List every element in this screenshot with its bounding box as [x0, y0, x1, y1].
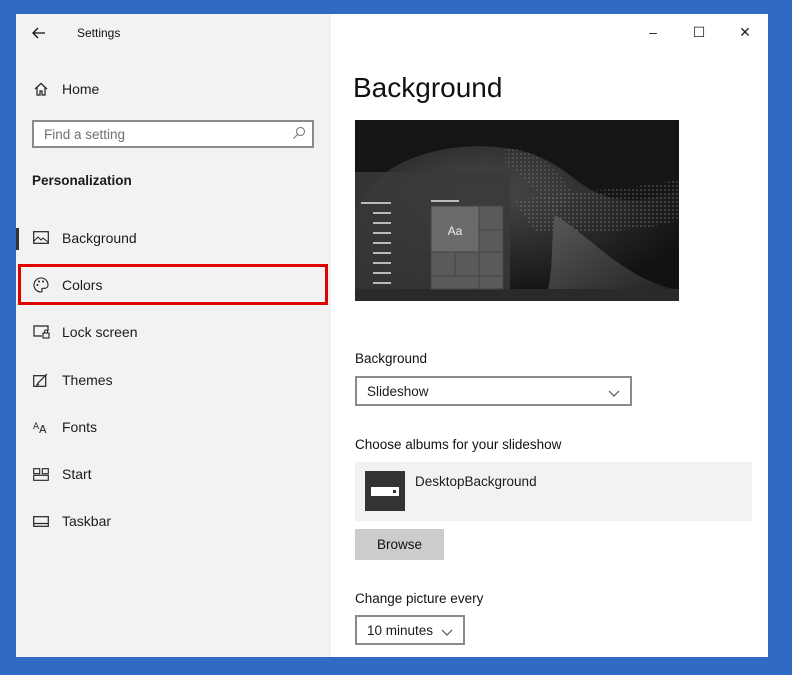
sidebar-item-lock-screen[interactable]: Lock screen: [16, 309, 331, 356]
background-dropdown-value: Slideshow: [367, 383, 429, 399]
chevron-down-icon: [608, 386, 620, 401]
home-label: Home: [62, 81, 100, 97]
app-title: Settings: [77, 26, 121, 40]
sidebar-item-colors[interactable]: Colors: [16, 261, 331, 308]
chevron-down-icon: [441, 625, 453, 640]
background-label: Background: [355, 351, 428, 366]
home-link[interactable]: Home: [32, 77, 99, 101]
sidebar-item-label: Colors: [62, 276, 103, 293]
folder-icon: [371, 486, 399, 496]
album-thumbnail: [365, 471, 405, 511]
start-icon: [32, 467, 50, 481]
fonts-icon: AA: [32, 420, 50, 434]
settings-window: Settings Home Personalization Background: [16, 14, 768, 657]
home-icon: [32, 82, 50, 96]
background-dropdown[interactable]: Slideshow: [355, 376, 632, 406]
preview-sample-text: Aa: [448, 224, 463, 238]
taskbar-icon: [32, 516, 50, 527]
sidebar-nav: Background Colors Lock screen Themes A A…: [16, 214, 331, 545]
main-content: – ☐ ✕ Background Aa Background Slideshow…: [331, 14, 768, 657]
sidebar-item-label: Themes: [62, 371, 113, 388]
themes-icon: [32, 373, 50, 387]
sidebar-item-fonts[interactable]: AA Fonts: [16, 403, 331, 450]
lock-screen-icon: [32, 325, 50, 339]
sidebar: Settings Home Personalization Background: [16, 14, 331, 657]
page-title: Background: [353, 72, 503, 103]
background-preview: Aa: [355, 120, 679, 301]
minimize-button[interactable]: –: [630, 14, 676, 50]
sidebar-item-start[interactable]: Start: [16, 450, 331, 497]
sidebar-item-background[interactable]: Background: [16, 214, 331, 261]
search-icon: [292, 126, 306, 145]
albums-label: Choose albums for your slideshow: [355, 437, 562, 452]
picture-icon: [32, 231, 50, 245]
section-title: Personalization: [32, 173, 132, 188]
back-arrow-icon: [32, 27, 45, 39]
window-controls: – ☐ ✕: [630, 14, 768, 50]
album-name: DesktopBackground: [415, 474, 537, 489]
sidebar-item-label: Lock screen: [62, 324, 138, 341]
interval-dropdown-value: 10 minutes: [367, 622, 434, 638]
interval-label: Change picture every: [355, 591, 484, 606]
search-box[interactable]: [32, 120, 314, 148]
sidebar-item-label: Background: [62, 229, 137, 246]
interval-dropdown[interactable]: 10 minutes: [355, 615, 465, 645]
palette-icon: [32, 277, 50, 293]
album-item[interactable]: DesktopBackground: [355, 462, 752, 521]
preview-image: Aa: [355, 120, 679, 301]
svg-text:A: A: [39, 423, 47, 434]
sidebar-item-label: Start: [62, 466, 92, 483]
browse-button[interactable]: Browse: [355, 529, 444, 560]
back-button[interactable]: [26, 22, 52, 44]
sidebar-item-label: Fonts: [62, 418, 98, 435]
sidebar-item-taskbar[interactable]: Taskbar: [16, 498, 331, 545]
search-input[interactable]: [34, 122, 284, 146]
sidebar-item-themes[interactable]: Themes: [16, 356, 331, 403]
maximize-button[interactable]: ☐: [676, 14, 722, 50]
sidebar-item-label: Taskbar: [62, 513, 112, 530]
close-button[interactable]: ✕: [722, 14, 768, 50]
